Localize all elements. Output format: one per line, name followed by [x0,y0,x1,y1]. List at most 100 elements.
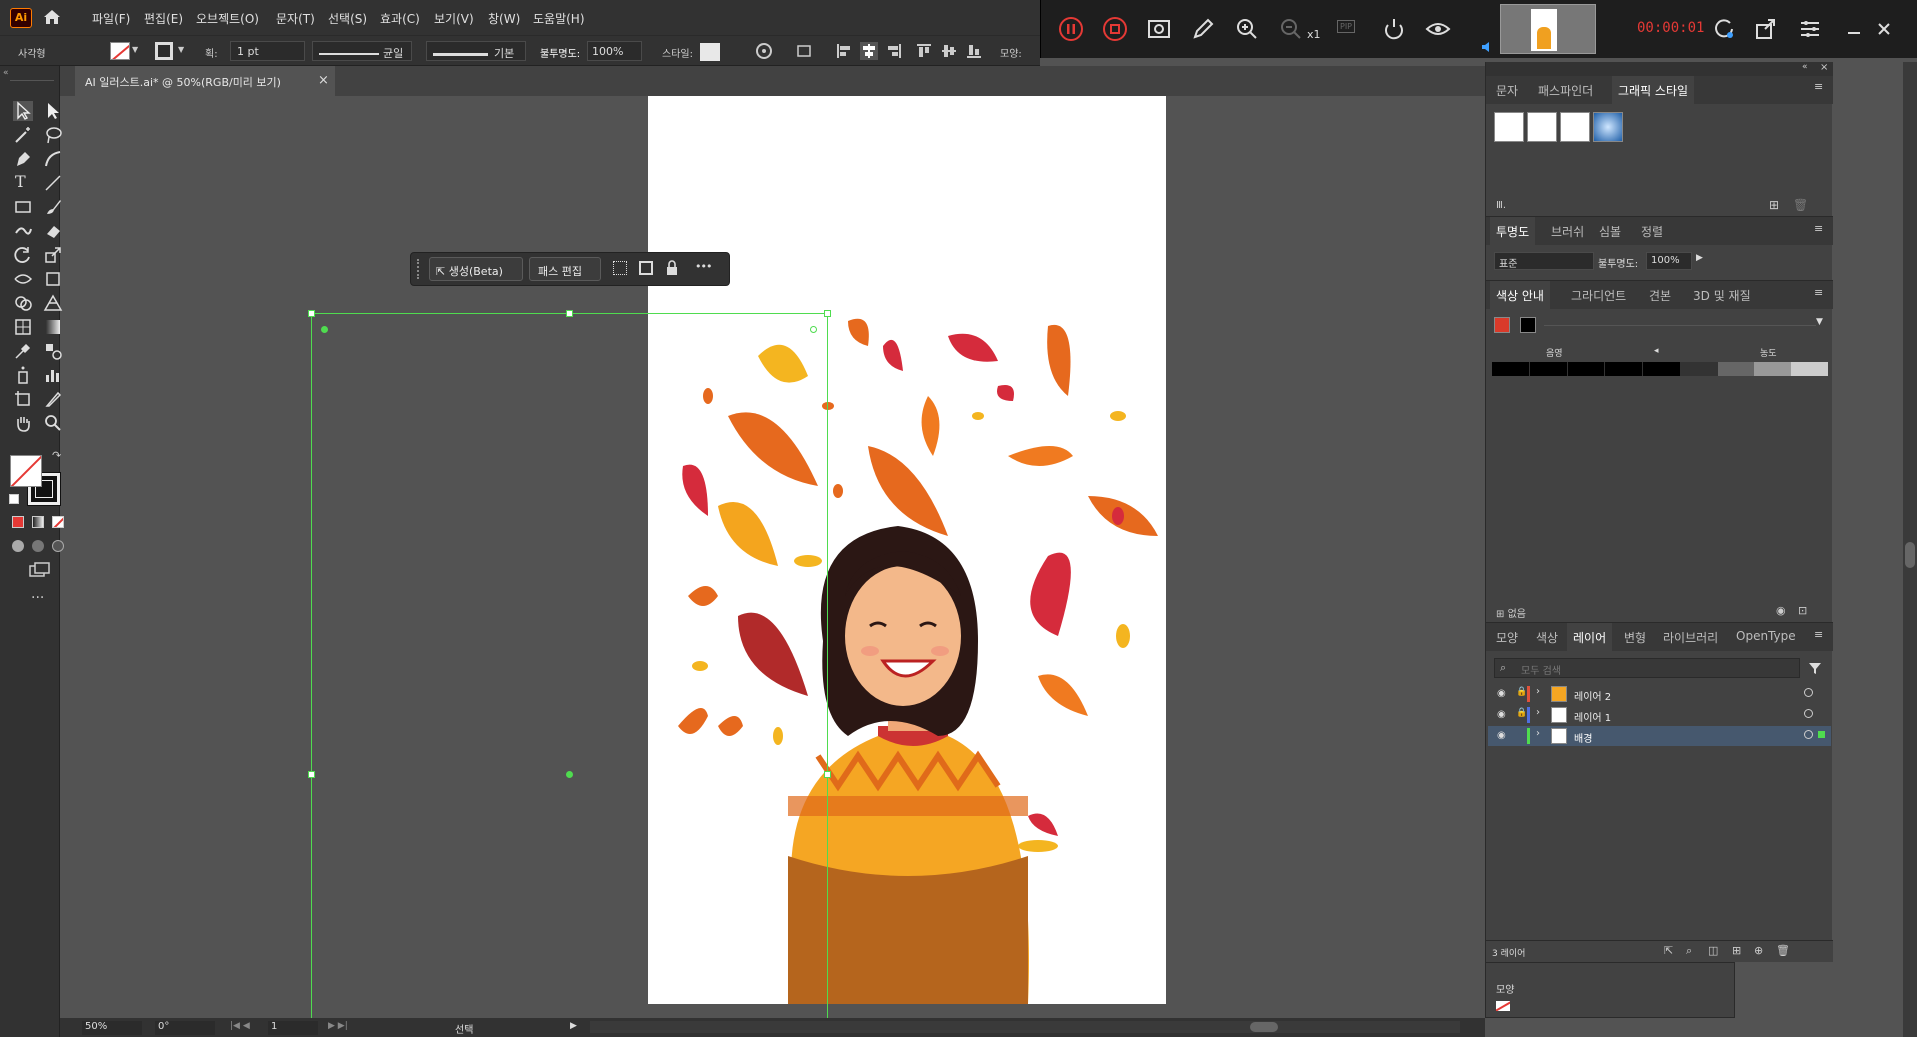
draw-normal-icon[interactable] [12,540,24,552]
rectangle-tool-icon[interactable] [13,197,33,217]
menu-type[interactable]: 문자(T) [276,10,315,27]
opacity-arrow[interactable]: ▶ [1696,253,1703,263]
perspective-grid-tool-icon[interactable] [43,293,63,313]
brush-definition[interactable]: 기본 [426,41,526,61]
symbol-sprayer-tool-icon[interactable] [13,365,33,385]
status-menu-arrow[interactable]: ▶ [570,1021,577,1031]
document-tab-close[interactable]: × [318,73,329,88]
graphic-style-library-icon[interactable]: Ⅲ. [1496,200,1506,211]
edit-colors-icon[interactable]: ◉ [1776,604,1786,617]
tab-align[interactable]: 정렬 [1641,223,1663,240]
align-middle-icon[interactable] [940,42,958,60]
menu-file[interactable]: 파일(F) [92,10,130,27]
column-graph-tool-icon[interactable] [43,365,63,385]
vertical-scrollbar[interactable] [1903,62,1917,1037]
color-guide-menu-icon[interactable]: ≡ [1814,286,1823,299]
gradient-tool-icon[interactable] [43,317,63,337]
layer-lock-icon[interactable]: 🔒 [1516,708,1527,718]
align-bottom-icon[interactable] [965,42,983,60]
layer-row[interactable]: ◉ 🔒 › 레이어 1 [1488,705,1831,725]
new-sublayer-icon[interactable]: ⊞ [1732,944,1741,957]
tab-brushes[interactable]: 브러쉬 [1551,223,1584,240]
stroke-swatch[interactable] [155,42,173,60]
base-color-swatch[interactable] [1494,317,1510,333]
expand-layer-icon[interactable]: › [1536,728,1540,739]
graphic-style-swatch[interactable] [700,43,720,61]
locate-object-icon[interactable]: ⌕ [1686,944,1692,958]
recording-preview-thumbnail[interactable] [1500,4,1596,54]
rotation-select[interactable]: 0° [155,1021,215,1035]
expand-layer-icon[interactable]: › [1536,686,1540,697]
visibility-eye-icon[interactable]: ◉ [1497,688,1506,699]
harmony-color-swatch[interactable] [1520,317,1536,333]
delete-graphic-style-icon[interactable]: 🗑 [1793,198,1808,212]
live-corner-widget[interactable] [321,326,328,333]
visibility-eye-icon[interactable]: ◉ [1497,730,1506,741]
artboard-number-input[interactable]: 1 [268,1021,318,1035]
tab-color-guide[interactable]: 색상 안내 [1490,281,1550,309]
export-icon[interactable] [1752,15,1780,43]
graphic-style-2[interactable] [1527,112,1557,142]
width-tool-icon[interactable] [13,269,33,289]
lock-icon[interactable] [665,260,679,276]
selection-handle-tr[interactable] [824,310,831,317]
close-icon[interactable] [1870,15,1898,43]
none-mode-icon[interactable] [52,516,64,528]
draw-behind-icon[interactable] [32,540,44,552]
tab-opentype[interactable]: OpenType [1736,629,1796,643]
refresh-icon[interactable] [1710,15,1738,43]
direct-selection-tool-icon[interactable] [43,101,63,121]
close-panels-icon[interactable]: × [1820,62,1828,73]
next-artboard-icon[interactable]: ▶ ▶| [328,1021,348,1031]
first-artboard-icon[interactable]: |◀ ◀ [230,1021,250,1031]
eyedropper-tool-icon[interactable] [13,341,33,361]
document-tab[interactable]: AI 일러스트.ai* @ 50%(RGB/미리 보기) [75,66,335,96]
home-icon[interactable] [42,7,62,27]
expand-layer-icon[interactable]: › [1536,707,1540,718]
screen-mode-icon[interactable] [28,560,52,580]
selection-handle-right[interactable] [824,771,831,778]
stroke-dropdown-icon[interactable]: ▼ [178,45,184,54]
artboard-tool-icon[interactable] [13,389,33,409]
default-colors-icon[interactable] [9,494,19,504]
tab-3d-materials[interactable]: 3D 및 재질 [1693,287,1751,304]
harmony-rules-dropdown[interactable]: ▼ [1816,317,1823,327]
selection-handle-top[interactable] [566,310,573,317]
tab-layers[interactable]: 레이어 [1567,623,1613,651]
screenshot-icon[interactable] [1145,15,1173,43]
layer-name[interactable]: 레이어 1 [1574,709,1611,724]
menu-help[interactable]: 도움말(H) [533,10,585,27]
tab-color[interactable]: 색상 [1536,629,1558,646]
visibility-eye-icon[interactable]: ◉ [1497,709,1506,720]
delete-layer-icon[interactable]: 🗑 [1776,944,1790,957]
make-clip-mask-icon[interactable]: ◫ [1708,944,1718,957]
live-corner-widget-tr[interactable] [810,326,817,333]
selection-tool-icon[interactable] [13,101,33,121]
blend-mode-select[interactable]: 표준 [1494,252,1594,270]
selection-bounding-box[interactable] [311,313,829,1018]
swatch-grid-icon[interactable]: ⊞ [1496,609,1508,620]
zoom-tool-icon[interactable] [43,413,63,433]
zoom-level-select[interactable]: 50% [82,1021,142,1035]
color-mode-icon[interactable] [12,516,24,528]
align-to-icon[interactable] [795,42,817,60]
menu-effect[interactable]: 효과(C) [380,10,420,27]
graphic-style-3[interactable] [1560,112,1590,142]
layer-name[interactable]: 배경 [1574,730,1592,745]
layers-menu-icon[interactable]: ≡ [1814,628,1823,641]
more-options-icon[interactable]: ••• [695,260,712,273]
collapse-panels-icon[interactable]: « [1802,62,1808,72]
tab-gradient[interactable]: 그라디언트 [1571,287,1626,304]
speaker-icon[interactable] [1480,39,1496,55]
menu-edit[interactable]: 편집(E) [144,10,183,27]
tab-swatches[interactable]: 견본 [1649,287,1671,304]
align-top-icon[interactable] [915,42,933,60]
opacity-input[interactable]: 100% [587,41,642,61]
appearance-fill-swatch[interactable] [1496,1001,1510,1011]
tab-graphic-styles[interactable]: 그래픽 스타일 [1612,76,1695,104]
shape-builder-tool-icon[interactable] [13,293,33,313]
layer-lock-icon[interactable]: 🔒 [1516,687,1527,697]
hand-tool-icon[interactable] [13,413,33,433]
selected-art-indicator[interactable] [1818,731,1825,738]
edit-path-button[interactable]: 패스 편집 [529,257,601,281]
